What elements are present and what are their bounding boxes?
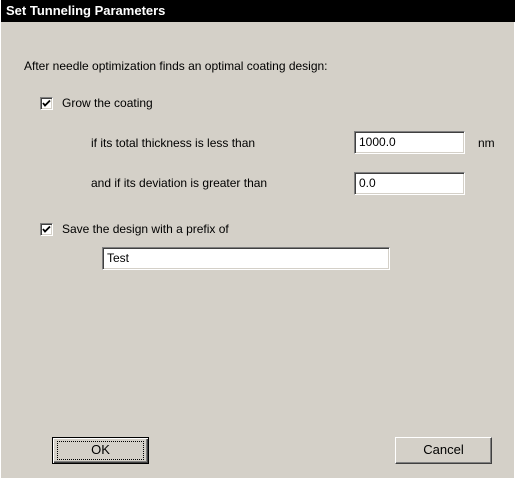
checkmark-icon xyxy=(42,225,51,233)
ok-button[interactable]: OK xyxy=(52,437,149,464)
thickness-input[interactable]: 1000.0 xyxy=(354,131,465,154)
thickness-unit: nm xyxy=(478,136,495,150)
checkmark-icon xyxy=(42,99,51,107)
cancel-button[interactable]: Cancel xyxy=(395,437,492,464)
cancel-button-label: Cancel xyxy=(423,442,464,457)
intro-text: After needle optimization finds an optim… xyxy=(24,59,328,73)
deviation-input[interactable]: 0.0 xyxy=(354,172,465,195)
ok-button-label: OK xyxy=(91,442,110,457)
set-tunneling-parameters-dialog: Set Tunneling Parameters After needle op… xyxy=(0,0,515,478)
deviation-label: and if its deviation is greater than xyxy=(91,176,268,190)
grow-coating-checkbox[interactable] xyxy=(40,97,53,110)
dialog-title: Set Tunneling Parameters xyxy=(1,0,515,22)
save-design-checkbox[interactable] xyxy=(40,223,53,236)
thickness-label: if its total thickness is less than xyxy=(91,136,256,150)
grow-coating-label[interactable]: Grow the coating xyxy=(62,96,153,110)
save-design-label[interactable]: Save the design with a prefix of xyxy=(62,222,229,236)
prefix-input[interactable]: Test xyxy=(102,247,390,270)
